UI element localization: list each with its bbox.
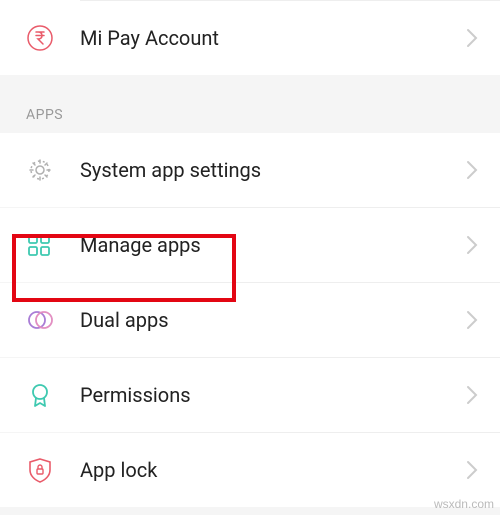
section-gap (0, 75, 500, 85)
mi-pay-label: Mi Pay Account (80, 26, 466, 50)
chevron-right-icon (466, 460, 478, 480)
chevron-right-icon (466, 235, 478, 255)
chevron-right-icon (466, 160, 478, 180)
watermark: wsxdn.com (434, 497, 494, 511)
mi-pay-account-row[interactable]: Mi Pay Account (0, 1, 500, 75)
app-lock-label: App lock (80, 458, 466, 482)
system-app-settings-label: System app settings (80, 158, 466, 182)
manage-apps-row[interactable]: Manage apps (0, 208, 500, 282)
permissions-row[interactable]: Permissions (0, 358, 500, 432)
chevron-right-icon (466, 310, 478, 330)
permissions-label: Permissions (80, 383, 466, 407)
app-lock-row[interactable]: App lock (0, 433, 500, 507)
dual-apps-row[interactable]: Dual apps (0, 283, 500, 357)
apps-section-header: APPS (0, 85, 500, 133)
system-app-settings-row[interactable]: System app settings (0, 133, 500, 207)
gear-icon (26, 156, 80, 184)
rupee-icon (26, 24, 80, 52)
manage-apps-label: Manage apps (80, 233, 466, 257)
grid-icon (26, 232, 80, 258)
chevron-right-icon (466, 28, 478, 48)
chevron-right-icon (466, 385, 478, 405)
badge-icon (26, 381, 80, 409)
dual-apps-label: Dual apps (80, 308, 466, 332)
dual-circles-icon (26, 306, 80, 334)
shield-lock-icon (26, 456, 80, 484)
